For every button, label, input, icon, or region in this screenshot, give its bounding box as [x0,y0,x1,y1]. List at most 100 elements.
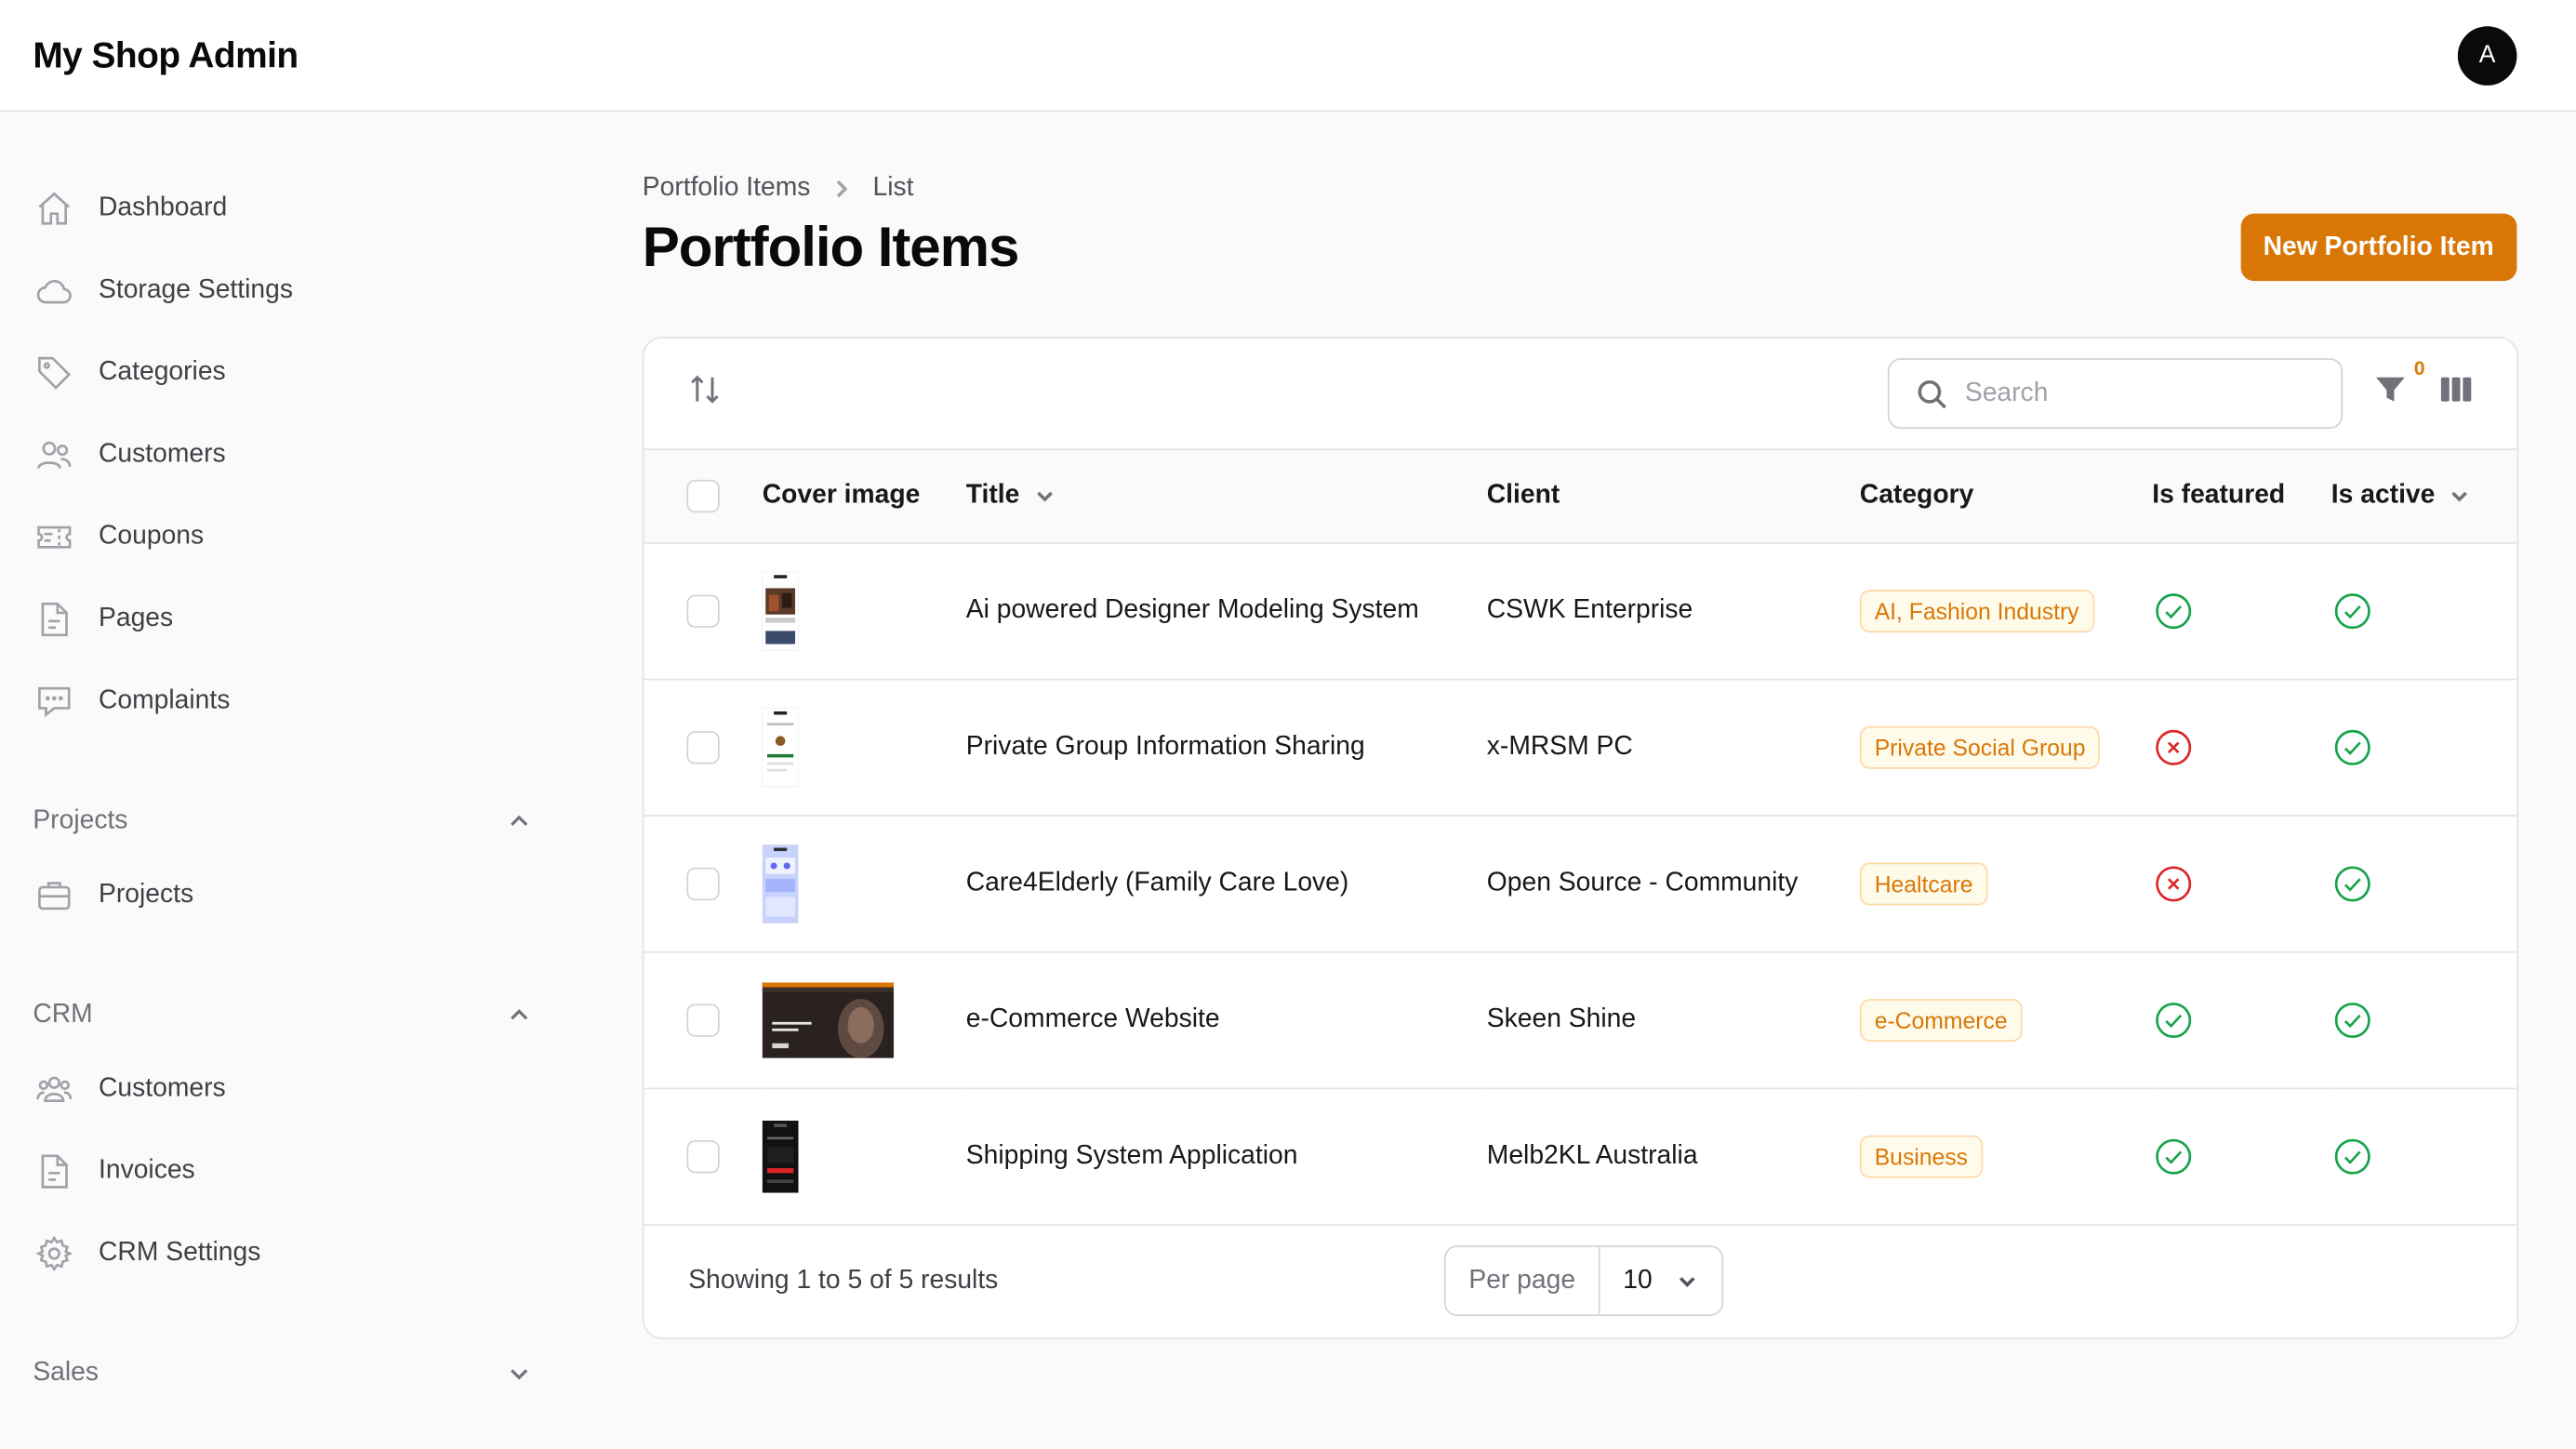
ticket-icon [33,516,75,559]
cloud-icon [33,270,75,312]
cell-title[interactable]: Ai powered Designer Modeling System [966,542,1487,679]
cell-title[interactable]: Private Group Information Sharing [966,679,1487,816]
row-checkbox[interactable] [686,593,720,627]
sidebar-item-categories[interactable]: Categories [0,332,575,414]
cover-image-thumbnail[interactable] [762,707,799,787]
avatar[interactable]: A [2457,25,2517,85]
tag-icon [33,352,75,394]
sidebar-item-projects[interactable]: Projects [0,855,575,937]
sidebar-item-crm-settings[interactable]: CRM Settings [0,1213,575,1295]
row-checkbox[interactable] [686,866,720,900]
home-icon [33,187,75,230]
sidebar-group-label: CRM [33,1000,93,1029]
breadcrumb-parent[interactable]: Portfolio Items [643,174,811,204]
sidebar-item-pages[interactable]: Pages [0,578,575,660]
chevron-down-icon [1679,1276,1695,1287]
pagination-summary: Showing 1 to 5 of 5 results [688,1266,999,1295]
cell-client: Skeen Shine [1486,1004,1637,1033]
columns-toggle-icon[interactable] [2438,371,2475,416]
category-badge: Business [1859,1134,1983,1177]
table-toolbar: 0 [644,339,2517,451]
table-row[interactable]: Care4Elderly (Family Care Love) Open Sou… [644,815,2517,951]
check-circle-icon [2156,592,2192,629]
portfolio-table-card: 0 Cover image Title Client Category Is f… [642,337,2519,1338]
chevron-down-icon [2451,491,2468,502]
users-icon [33,433,75,476]
per-page-select[interactable]: Per page 10 [1443,1245,1723,1317]
row-checkbox[interactable] [686,1139,720,1173]
sort-icon[interactable] [686,371,723,416]
sidebar-item-invoices[interactable]: Invoices [0,1130,575,1212]
sidebar-group-crm[interactable]: CRM [0,982,575,1048]
sidebar-item-coupons[interactable]: Coupons [0,497,575,578]
filter-count-badge: 0 [2413,356,2425,380]
table-row[interactable]: Private Group Information Sharing x-MRSM… [644,679,2517,816]
sidebar-item-dashboard[interactable]: Dashboard [0,167,575,249]
filter-icon [2376,377,2405,402]
cover-image-thumbnail[interactable] [762,1119,799,1192]
cell-title[interactable]: Care4Elderly (Family Care Love) [966,815,1487,951]
sidebar-item-label: Categories [98,358,226,387]
page-title: Portfolio Items [642,217,1020,280]
table-header-row: Cover image Title Client Category Is fea… [644,450,2517,542]
filter-button[interactable]: 0 [2372,356,2425,416]
sidebar-item-label: Invoices [98,1156,195,1185]
sidebar-item-storage-settings[interactable]: Storage Settings [0,250,575,332]
portfolio-table: Cover image Title Client Category Is fea… [644,450,2517,1225]
x-circle-icon [2156,728,2192,764]
sidebar-group-sales[interactable]: Sales [0,1341,575,1407]
per-page-dropdown[interactable]: 10 [1600,1246,1721,1315]
row-checkbox[interactable] [686,1003,720,1036]
sidebar: Dashboard Storage Settings Categories Cu… [0,112,575,1449]
cover-image-thumbnail[interactable] [762,844,799,923]
breadcrumb: Portfolio Items List [643,174,2517,204]
select-all-checkbox[interactable] [686,479,720,512]
sidebar-group-label: Projects [33,806,128,835]
briefcase-icon [33,874,75,917]
column-header-title[interactable]: Title [966,450,1487,542]
cell-client: Open Source - Community [1486,868,1799,897]
app-title[interactable]: My Shop Admin [33,33,299,76]
sidebar-item-label: Customers [98,1074,226,1103]
table-row[interactable]: Shipping System Application Melb2KL Aust… [644,1087,2517,1225]
x-circle-icon [2156,865,2192,901]
cover-image-thumbnail[interactable] [762,981,895,1057]
cell-client: CSWK Enterprise [1486,595,1693,624]
row-checkbox[interactable] [686,730,720,764]
sidebar-item-crm-customers[interactable]: Customers [0,1048,575,1130]
cover-image-thumbnail[interactable] [762,570,799,650]
chevron-down-icon [511,1369,528,1380]
column-header-active[interactable]: Is active [2331,450,2517,542]
category-badge: Private Social Group [1859,724,2101,768]
new-portfolio-item-button[interactable]: New Portfolio Item [2239,213,2517,282]
column-header-client: Client [1486,481,1560,510]
sidebar-item-complaints[interactable]: Complaints [0,660,575,742]
sidebar-item-label: Pages [98,605,174,633]
per-page-value: 10 [1623,1266,1653,1295]
check-circle-icon [2334,865,2370,901]
main-content: Portfolio Items List Portfolio Items New… [642,112,2519,1338]
sidebar-item-label: Coupons [98,522,205,551]
sidebar-item-label: Projects [98,880,194,909]
cell-title[interactable]: e-Commerce Website [966,951,1487,1088]
chevron-down-icon [1036,491,1053,502]
table-row[interactable]: e-Commerce Website Skeen Shine e-Commerc… [644,951,2517,1088]
top-bar: My Shop Admin A [0,0,2576,113]
check-circle-icon [2334,728,2370,764]
sidebar-group-label: Sales [33,1358,100,1388]
sidebar-item-customers[interactable]: Customers [0,414,575,496]
check-circle-icon [2156,1002,2192,1038]
search-field[interactable] [1887,358,2344,430]
per-page-label: Per page [1445,1246,1600,1315]
breadcrumb-current: List [872,174,914,203]
table-row[interactable]: Ai powered Designer Modeling System CSWK… [644,542,2517,679]
sidebar-group-projects[interactable]: Projects [0,789,575,855]
sidebar-item-label: Dashboard [98,193,228,222]
sidebar-item-label: Storage Settings [98,275,293,304]
check-circle-icon [2156,1137,2192,1174]
chevron-up-icon [511,815,528,826]
cell-title[interactable]: Shipping System Application [966,1087,1487,1224]
column-header-label: Title [965,481,1020,510]
document-icon [33,598,75,641]
search-input[interactable] [1964,379,2294,409]
